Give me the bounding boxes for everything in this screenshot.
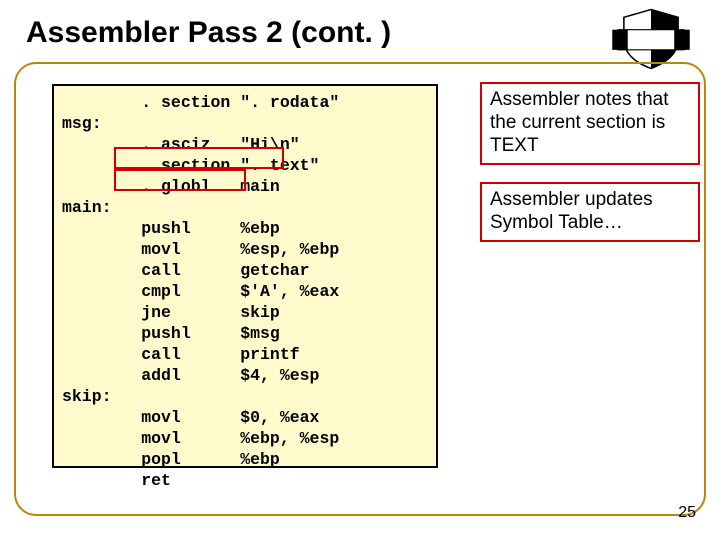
slide-title: Assembler Pass 2 (cont. )	[26, 16, 391, 50]
code-line: ret	[62, 470, 436, 491]
code-line: jne skip	[62, 302, 436, 323]
crest-logo	[612, 8, 690, 70]
callout-section-text: Assembler notes that the current section…	[480, 82, 700, 165]
code-line: skip:	[62, 386, 436, 407]
code-line: . section ". rodata"	[62, 92, 436, 113]
code-line: call getchar	[62, 260, 436, 281]
code-line: cmpl $'A', %eax	[62, 281, 436, 302]
code-line: pushl $msg	[62, 323, 436, 344]
code-line: . globl main	[62, 176, 436, 197]
code-line: movl %esp, %ebp	[62, 239, 436, 260]
code-line: movl %ebp, %esp	[62, 428, 436, 449]
code-line: addl $4, %esp	[62, 365, 436, 386]
callout-symbol-table: Assembler updates Symbol Table…	[480, 182, 700, 242]
code-line: movl $0, %eax	[62, 407, 436, 428]
code-box: . section ". rodata" msg: . asciz "Hi\n"…	[52, 84, 438, 468]
code-line: . section ". text"	[62, 155, 436, 176]
page-number: 25	[678, 504, 696, 522]
code-line: call printf	[62, 344, 436, 365]
code-line: pushl %ebp	[62, 218, 436, 239]
code-line: . asciz "Hi\n"	[62, 134, 436, 155]
code-line: main:	[62, 197, 436, 218]
code-line: msg:	[62, 113, 436, 134]
code-line: popl %ebp	[62, 449, 436, 470]
